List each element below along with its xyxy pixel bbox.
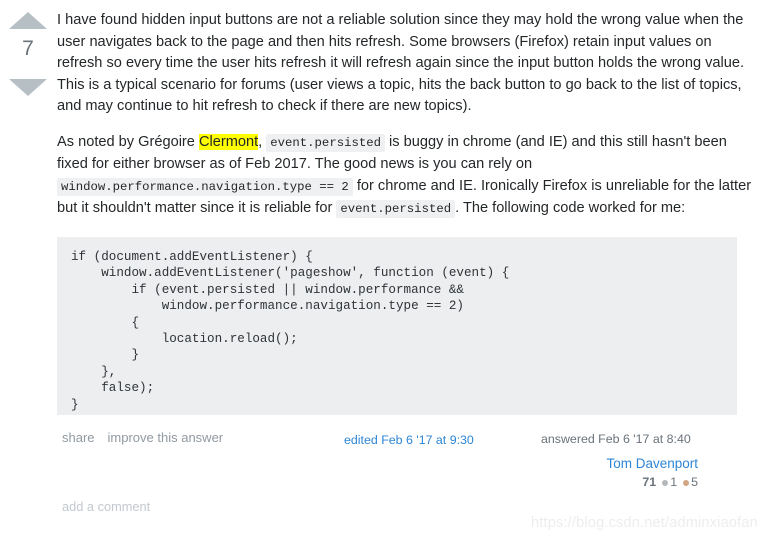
bronze-badge-icon	[683, 479, 690, 486]
silver-badge-icon	[662, 479, 669, 486]
reputation-score: 71	[642, 475, 657, 489]
silver-badge-count: 1	[670, 475, 678, 489]
p2-text-part-5: . The following code worked for me:	[455, 200, 686, 216]
paragraph-1: I have found hidden input buttons are no…	[57, 12, 745, 114]
user-reputation-line: 71 1 5	[541, 475, 698, 489]
p2-text-part-1: As noted by Grégoire	[57, 133, 199, 150]
triangle-down-icon[interactable]	[9, 79, 47, 96]
search-highlight: Clermont	[198, 133, 259, 150]
bronze-badge-count: 5	[691, 475, 698, 489]
watermark-text: https://blog.csdn.net/adminxiaofan	[531, 515, 758, 531]
user-details: Tom Davenport 71 1 5	[541, 454, 756, 489]
inline-code-event-persisted: event.persisted	[266, 133, 385, 152]
code-block-content: if (document.addEventListener) { window.…	[71, 250, 510, 412]
paragraph-2: As noted by Grégoire Clermont, event.per…	[57, 132, 757, 221]
inline-code-navigation-type: window.performance.navigation.type == 2	[57, 177, 353, 196]
user-name-link[interactable]: Tom Davenport	[541, 454, 698, 473]
answerer-signature: answered Feb 6 '17 at 8:40 Tom Davenport…	[541, 431, 756, 489]
answered-timestamp: answered Feb 6 '17 at 8:40	[541, 432, 691, 446]
answer-post: 7 I have found hidden input buttons are …	[0, 0, 779, 543]
vote-count: 7	[22, 37, 34, 60]
add-comment-link[interactable]: add a comment	[62, 499, 150, 514]
vote-cell: 7	[0, 12, 56, 96]
post-body: I have found hidden input buttons are no…	[57, 10, 757, 235]
inline-code-event-persisted-2: event.persisted	[336, 200, 456, 218]
edited-timestamp-link[interactable]: edited Feb 6 '17 at 9:30	[344, 433, 474, 447]
share-link[interactable]: share	[62, 430, 95, 445]
triangle-up-icon[interactable]	[9, 12, 47, 29]
post-menu: share improve this answer	[62, 430, 236, 445]
improve-answer-link[interactable]: improve this answer	[108, 430, 224, 445]
code-block: if (document.addEventListener) { window.…	[57, 237, 737, 415]
